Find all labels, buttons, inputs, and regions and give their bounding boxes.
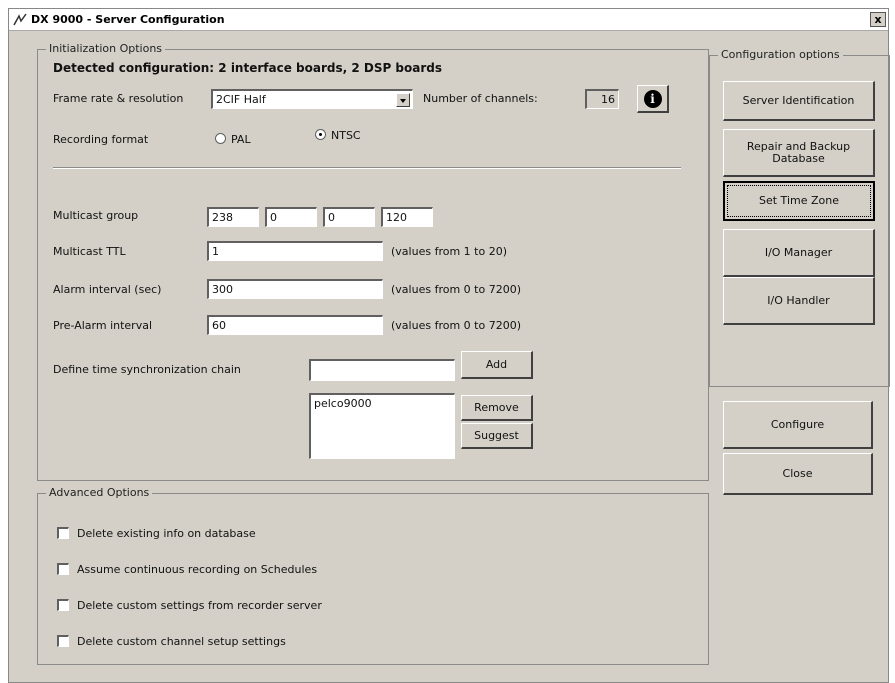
repair-backup-database-button[interactable]: Repair and Backup Database [723,129,875,177]
radio-ntsc[interactable] [315,129,326,140]
channels-value: 16 [585,89,619,109]
radio-pal-label: PAL [231,133,251,146]
set-time-zone-button[interactable]: Set Time Zone [723,181,875,221]
multicast-ttl-hint: (values from 1 to 20) [391,245,507,258]
option-continuous-recording-checkbox[interactable] [57,563,69,575]
io-manager-button[interactable]: I/O Manager [723,229,875,277]
close-window-button[interactable]: x [870,12,886,27]
info-button[interactable]: i [637,85,669,113]
option-delete-custom-settings-label: Delete custom settings from recorder ser… [77,599,322,612]
add-button[interactable]: Add [461,351,533,379]
multicast-octet-2[interactable]: 0 [265,207,317,227]
option-continuous-recording-label: Assume continuous recording on Schedules [77,563,318,576]
multicast-octet-3[interactable]: 0 [323,207,375,227]
channels-label: Number of channels: [423,92,538,105]
configure-button[interactable]: Configure [723,401,873,449]
list-item[interactable]: pelco9000 [314,397,451,410]
radio-ntsc-label: NTSC [331,129,361,142]
prealarm-interval-label: Pre-Alarm interval [53,319,153,332]
option-delete-channel-setup-label: Delete custom channel setup settings [77,635,286,648]
alarm-interval-input[interactable]: 300 [207,279,383,299]
advanced-options-label: Advanced Options [46,486,153,499]
initialization-options-label: Initialization Options [46,42,166,55]
multicast-octet-1[interactable]: 238 [207,207,259,227]
window-title: DX 9000 - Server Configuration [31,13,225,26]
sync-chain-label: Define time synchronization chain [53,363,241,376]
multicast-ttl-label: Multicast TTL [53,245,126,258]
sync-chain-list[interactable]: pelco9000 [309,393,455,459]
section-divider [53,167,681,169]
chevron-down-icon[interactable] [396,93,410,107]
info-icon: i [643,89,662,108]
io-handler-button[interactable]: I/O Handler [723,277,875,325]
alarm-interval-hint: (values from 0 to 7200) [391,283,521,296]
app-icon [13,13,27,25]
option-delete-channel-setup-checkbox[interactable] [57,635,69,647]
option-delete-existing-label: Delete existing info on database [77,527,256,540]
multicast-octet-4[interactable]: 120 [381,207,433,227]
suggest-button[interactable]: Suggest [461,423,533,449]
option-delete-custom-settings-checkbox[interactable] [57,599,69,611]
title-bar: DX 9000 - Server Configuration x [9,9,888,31]
recording-format-label: Recording format [53,133,149,146]
frame-rate-label: Frame rate & resolution [53,92,184,105]
detected-configuration: Detected configuration: 2 interface boar… [53,61,443,75]
multicast-ttl-input[interactable]: 1 [207,241,383,261]
server-identification-button[interactable]: Server Identification [723,81,875,121]
prealarm-interval-input[interactable]: 60 [207,315,383,335]
multicast-group-label: Multicast group [53,209,139,222]
close-button[interactable]: Close [723,453,873,495]
radio-pal[interactable] [215,133,226,144]
remove-button[interactable]: Remove [461,395,533,421]
prealarm-interval-hint: (values from 0 to 7200) [391,319,521,332]
configuration-options-label: Configuration options [718,48,843,61]
option-delete-existing-checkbox[interactable] [57,527,69,539]
frame-rate-select[interactable]: 2CIF Half [211,89,413,109]
alarm-interval-label: Alarm interval (sec) [53,283,162,296]
server-configuration-window: DX 9000 - Server Configuration x Initial… [8,8,890,683]
frame-rate-value: 2CIF Half [216,93,266,106]
sync-chain-input[interactable] [309,359,455,381]
